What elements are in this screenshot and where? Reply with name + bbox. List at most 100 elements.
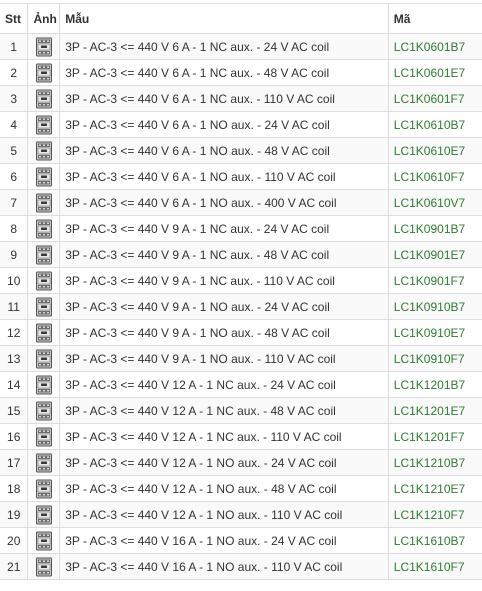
contactor-product-icon[interactable]: [35, 115, 53, 135]
row-image-cell[interactable]: [27, 293, 61, 320]
row-image-cell[interactable]: [27, 553, 61, 580]
table-row[interactable]: 6 3P - AC-3 <= 440 V 6 A - 1 NO aux. - 1…: [0, 163, 482, 190]
contactor-product-icon[interactable]: [35, 141, 53, 161]
table-row[interactable]: 8 3P - AC-3 <= 440 V 9 A - 1 NC aux. - 2…: [0, 215, 482, 242]
table-row[interactable]: 20 3P - AC-3 <= 440 V 16 A - 1 NO aux. -…: [0, 527, 482, 554]
table-row[interactable]: 10 3P - AC-3 <= 440 V 9 A - 1 NC aux. - …: [0, 267, 482, 294]
table-row[interactable]: 11 3P - AC-3 <= 440 V 9 A - 1 NO aux. - …: [0, 293, 482, 320]
row-stt: 18: [0, 475, 29, 502]
contactor-product-icon[interactable]: [35, 557, 53, 577]
row-image-cell[interactable]: [27, 241, 61, 268]
table-row[interactable]: 5 3P - AC-3 <= 440 V 6 A - 1 NO aux. - 4…: [0, 137, 482, 164]
header-model[interactable]: Mẫu: [59, 3, 389, 34]
row-image-cell[interactable]: [27, 163, 61, 190]
contactor-product-icon[interactable]: [35, 297, 53, 317]
row-code[interactable]: LC1K0910F7: [387, 345, 482, 372]
row-code[interactable]: LC1K1201E7: [387, 397, 482, 424]
row-image-cell[interactable]: [27, 267, 61, 294]
table-row[interactable]: 3 3P - AC-3 <= 440 V 6 A - 1 NC aux. - 1…: [0, 85, 482, 112]
row-code[interactable]: LC1K1201F7: [387, 423, 482, 450]
row-code[interactable]: LC1K0610V7: [387, 189, 482, 216]
contactor-product-icon[interactable]: [35, 531, 53, 551]
contactor-product-icon[interactable]: [35, 245, 53, 265]
row-stt: 4: [0, 111, 29, 138]
row-image-cell[interactable]: [27, 189, 61, 216]
row-model: 3P - AC-3 <= 440 V 12 A - 1 NO aux. - 48…: [59, 475, 389, 502]
table-row[interactable]: 1 3P - AC-3 <= 440 V 6 A - 1 NC aux. - 2…: [0, 33, 482, 60]
table-row[interactable]: 2 3P - AC-3 <= 440 V 6 A - 1 NC aux. - 4…: [0, 59, 482, 86]
table-row[interactable]: 15 3P - AC-3 <= 440 V 12 A - 1 NC aux. -…: [0, 397, 482, 424]
table-row[interactable]: 4 3P - AC-3 <= 440 V 6 A - 1 NO aux. - 2…: [0, 111, 482, 138]
row-image-cell[interactable]: [27, 33, 61, 60]
row-model: 3P - AC-3 <= 440 V 16 A - 1 NO aux. - 11…: [59, 553, 389, 580]
contactor-product-icon[interactable]: [35, 37, 53, 57]
contactor-product-icon[interactable]: [35, 167, 53, 187]
row-code[interactable]: LC1K1610B7: [387, 527, 482, 554]
row-image-cell[interactable]: [27, 397, 61, 424]
row-image-cell[interactable]: [27, 475, 61, 502]
contactor-product-icon[interactable]: [35, 453, 53, 473]
row-code[interactable]: LC1K0610B7: [387, 111, 482, 138]
table-row[interactable]: 9 3P - AC-3 <= 440 V 9 A - 1 NC aux. - 4…: [0, 241, 482, 268]
row-model: 3P - AC-3 <= 440 V 9 A - 1 NO aux. - 24 …: [59, 293, 389, 320]
row-image-cell[interactable]: [27, 137, 61, 164]
row-code[interactable]: LC1K0910E7: [387, 319, 482, 346]
row-image-cell[interactable]: [27, 527, 61, 554]
header-image[interactable]: Ảnh: [27, 3, 61, 34]
row-code[interactable]: LC1K0901E7: [387, 241, 482, 268]
row-image-cell[interactable]: [27, 501, 61, 528]
table-body: 1 3P - AC-3 <= 440 V 6 A - 1 NC aux. - 2…: [0, 33, 482, 580]
row-code[interactable]: LC1K0910B7: [387, 293, 482, 320]
contactor-product-icon[interactable]: [35, 349, 53, 369]
row-image-cell[interactable]: [27, 345, 61, 372]
table-row[interactable]: 19 3P - AC-3 <= 440 V 12 A - 1 NO aux. -…: [0, 501, 482, 528]
contactor-product-icon[interactable]: [35, 427, 53, 447]
row-code[interactable]: LC1K1610F7: [387, 553, 482, 580]
table-row[interactable]: 16 3P - AC-3 <= 440 V 12 A - 1 NC aux. -…: [0, 423, 482, 450]
contactor-product-icon[interactable]: [35, 375, 53, 395]
table-row[interactable]: 12 3P - AC-3 <= 440 V 9 A - 1 NO aux. - …: [0, 319, 482, 346]
row-code[interactable]: LC1K1210B7: [387, 449, 482, 476]
row-code[interactable]: LC1K1210F7: [387, 501, 482, 528]
row-image-cell[interactable]: [27, 423, 61, 450]
row-image-cell[interactable]: [27, 111, 61, 138]
table-row[interactable]: 18 3P - AC-3 <= 440 V 12 A - 1 NO aux. -…: [0, 475, 482, 502]
contactor-product-icon[interactable]: [35, 401, 53, 421]
row-image-cell[interactable]: [27, 371, 61, 398]
row-image-cell[interactable]: [27, 449, 61, 476]
contactor-product-icon[interactable]: [35, 89, 53, 109]
row-model: 3P - AC-3 <= 440 V 12 A - 1 NO aux. - 11…: [59, 501, 389, 528]
row-model: 3P - AC-3 <= 440 V 16 A - 1 NO aux. - 24…: [59, 527, 389, 554]
row-code[interactable]: LC1K1201B7: [387, 371, 482, 398]
contactor-product-icon[interactable]: [35, 219, 53, 239]
contactor-product-icon[interactable]: [35, 505, 53, 525]
header-code[interactable]: Mã: [387, 3, 482, 34]
row-image-cell[interactable]: [27, 319, 61, 346]
table-row[interactable]: 13 3P - AC-3 <= 440 V 9 A - 1 NO aux. - …: [0, 345, 482, 372]
row-model: 3P - AC-3 <= 440 V 6 A - 1 NO aux. - 400…: [59, 189, 389, 216]
row-image-cell[interactable]: [27, 215, 61, 242]
table-row[interactable]: 14 3P - AC-3 <= 440 V 12 A - 1 NC aux. -…: [0, 371, 482, 398]
header-stt[interactable]: Stt: [0, 3, 29, 34]
row-code[interactable]: LC1K0601F7: [387, 85, 482, 112]
row-stt: 16: [0, 423, 29, 450]
row-image-cell[interactable]: [27, 59, 61, 86]
contactor-product-icon[interactable]: [35, 193, 53, 213]
row-code[interactable]: LC1K0901F7: [387, 267, 482, 294]
row-model: 3P - AC-3 <= 440 V 9 A - 1 NO aux. - 48 …: [59, 319, 389, 346]
row-code[interactable]: LC1K0601B7: [387, 33, 482, 60]
table-row[interactable]: 21 3P - AC-3 <= 440 V 16 A - 1 NO aux. -…: [0, 553, 482, 580]
contactor-product-icon[interactable]: [35, 271, 53, 291]
row-code[interactable]: LC1K0901B7: [387, 215, 482, 242]
row-stt: 15: [0, 397, 29, 424]
contactor-product-icon[interactable]: [35, 63, 53, 83]
table-row[interactable]: 17 3P - AC-3 <= 440 V 12 A - 1 NO aux. -…: [0, 449, 482, 476]
contactor-product-icon[interactable]: [35, 479, 53, 499]
row-code[interactable]: LC1K1210E7: [387, 475, 482, 502]
row-code[interactable]: LC1K0610F7: [387, 163, 482, 190]
row-code[interactable]: LC1K0601E7: [387, 59, 482, 86]
row-code[interactable]: LC1K0610E7: [387, 137, 482, 164]
row-image-cell[interactable]: [27, 85, 61, 112]
table-row[interactable]: 7 3P - AC-3 <= 440 V 6 A - 1 NO aux. - 4…: [0, 189, 482, 216]
contactor-product-icon[interactable]: [35, 323, 53, 343]
